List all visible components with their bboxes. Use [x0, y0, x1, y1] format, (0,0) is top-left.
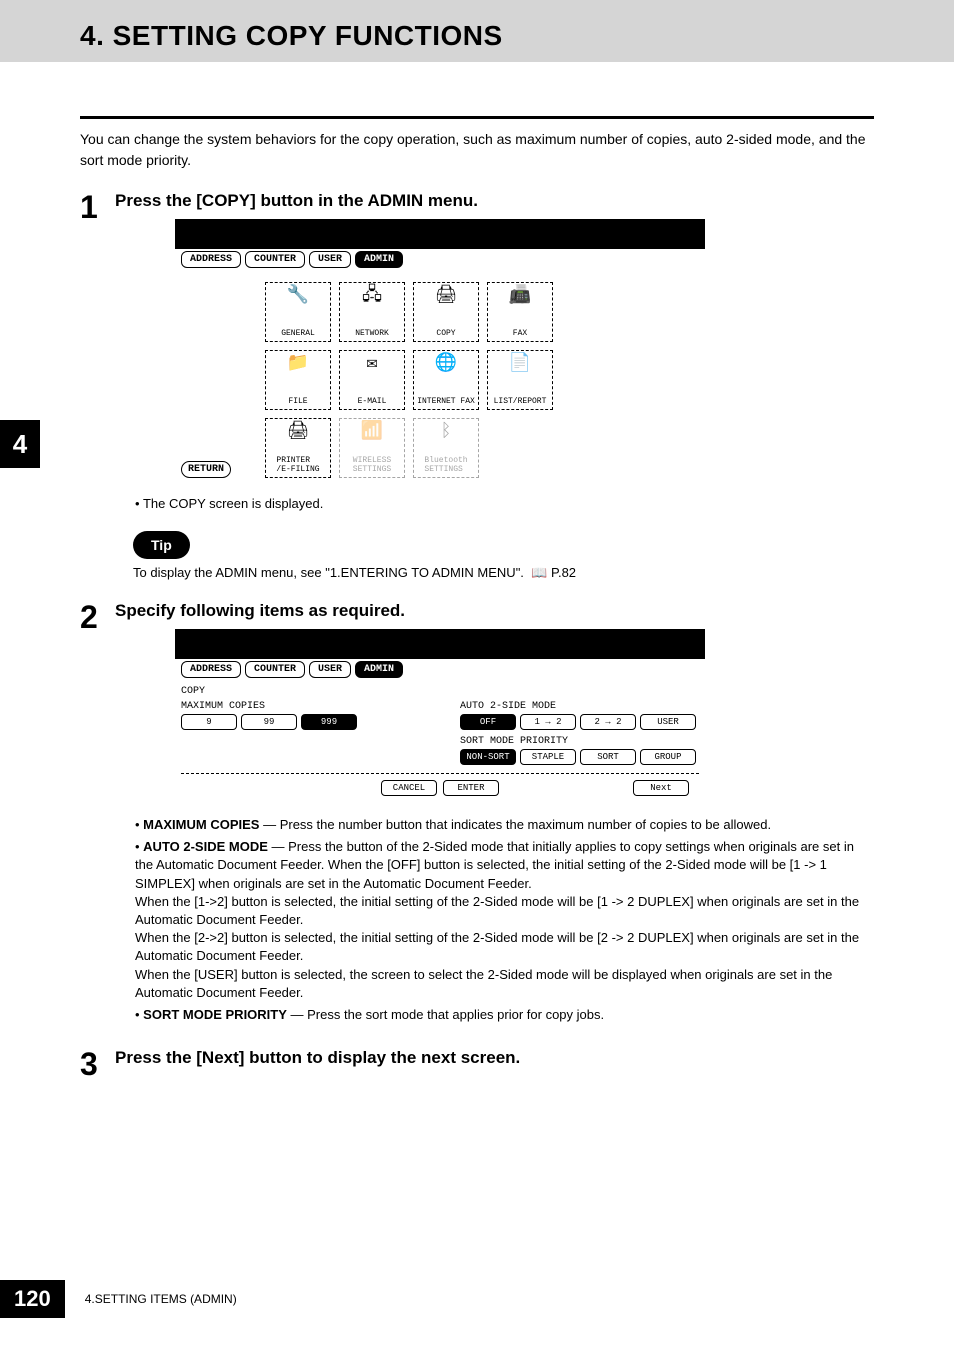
footer-text: 4.SETTING ITEMS (ADMIN) — [85, 1292, 237, 1306]
cancel-button[interactable]: CANCEL — [381, 780, 437, 796]
max-copies-label: MAXIMUM COPIES — [181, 701, 420, 712]
book-icon: 📖 — [531, 565, 547, 581]
tab-admin-2[interactable]: ADMIN — [355, 661, 403, 678]
bluetooth-icon: ᛒ — [441, 422, 452, 444]
admin-wireless-button: 📶WIRELESS SETTINGS — [339, 418, 405, 478]
tab-user[interactable]: USER — [309, 251, 351, 268]
sort-mode-label: SORT MODE PRIORITY — [460, 736, 699, 747]
network-icon: 🖧 — [362, 286, 382, 308]
printer-icon: 🖨 — [287, 422, 310, 444]
side-chapter-tab: 4 — [0, 420, 40, 468]
copy-section-label: COPY — [181, 686, 699, 697]
step-2-title: Specify following items as required. — [115, 601, 874, 621]
admin-listreport-button[interactable]: 📄LIST/REPORT — [487, 350, 553, 410]
step-2-number: 2 — [80, 601, 105, 1028]
next-button[interactable]: Next — [633, 780, 689, 796]
auto2side-off[interactable]: OFF — [460, 714, 516, 730]
tab-user-2[interactable]: USER — [309, 661, 351, 678]
intro-text: You can change the system behaviors for … — [80, 116, 874, 171]
step-1-title: Press the [COPY] button in the ADMIN men… — [115, 191, 874, 211]
page-footer: 120 4.SETTING ITEMS (ADMIN) — [0, 1280, 237, 1318]
wireless-icon: 📶 — [361, 422, 383, 444]
enter-button[interactable]: ENTER — [443, 780, 499, 796]
admin-copy-button[interactable]: 🖨COPY — [413, 282, 479, 342]
step-3-number: 3 — [80, 1048, 105, 1080]
sortmode-sort[interactable]: SORT — [580, 749, 636, 765]
max-copies-9[interactable]: 9 — [181, 714, 237, 730]
step-3-title: Press the [Next] button to display the n… — [115, 1048, 874, 1068]
auto2side-2to2[interactable]: 2 → 2 — [580, 714, 636, 730]
return-button[interactable]: RETURN — [181, 461, 231, 478]
tab-counter-2[interactable]: COUNTER — [245, 661, 305, 678]
step-1-note: The COPY screen is displayed. — [135, 496, 874, 511]
admin-internetfax-button[interactable]: 🌐INTERNET FAX — [413, 350, 479, 410]
tab-counter[interactable]: COUNTER — [245, 251, 305, 268]
list-icon: 📄 — [509, 354, 531, 376]
globe-icon: 🌐 — [435, 354, 457, 376]
sortmode-group[interactable]: GROUP — [640, 749, 696, 765]
admin-menu-screenshot: ADDRESS COUNTER USER ADMIN 🔧GENERAL 🖧NET… — [175, 219, 705, 490]
admin-file-button[interactable]: 📁FILE — [265, 350, 331, 410]
tab-admin[interactable]: ADMIN — [355, 251, 403, 268]
email-icon: ✉ — [367, 354, 378, 376]
admin-bluetooth-button: ᛒBluetooth SETTINGS — [413, 418, 479, 478]
auto-2side-label: AUTO 2-SIDE MODE — [460, 701, 699, 712]
tip-text: To display the ADMIN menu, see "1.ENTERI… — [133, 565, 874, 581]
admin-fax-button[interactable]: 📠FAX — [487, 282, 553, 342]
settings-description: MAXIMUM COPIES — Press the number button… — [135, 816, 874, 1024]
admin-general-button[interactable]: 🔧GENERAL — [265, 282, 331, 342]
admin-network-button[interactable]: 🖧NETWORK — [339, 282, 405, 342]
admin-email-button[interactable]: ✉E-MAIL — [339, 350, 405, 410]
tip-badge: Tip — [133, 531, 190, 559]
copy-settings-screenshot: ADDRESS COUNTER USER ADMIN COPY MAXIMUM … — [175, 629, 705, 808]
auto2side-user[interactable]: USER — [640, 714, 696, 730]
max-copies-99[interactable]: 99 — [241, 714, 297, 730]
tab-address-2[interactable]: ADDRESS — [181, 661, 241, 678]
copy-icon: 🖨 — [435, 286, 458, 308]
admin-printer-button[interactable]: 🖨PRINTER /E-FILING — [265, 418, 331, 478]
wrench-icon: 🔧 — [287, 286, 309, 308]
chapter-title: 4. SETTING COPY FUNCTIONS — [80, 20, 954, 52]
auto2side-1to2[interactable]: 1 → 2 — [520, 714, 576, 730]
tab-address[interactable]: ADDRESS — [181, 251, 241, 268]
max-copies-999[interactable]: 999 — [301, 714, 357, 730]
file-icon: 📁 — [287, 354, 309, 376]
sortmode-staple[interactable]: STAPLE — [520, 749, 576, 765]
page-number: 120 — [0, 1280, 65, 1318]
sortmode-nonsort[interactable]: NON-SORT — [460, 749, 516, 765]
step-1-number: 1 — [80, 191, 105, 581]
fax-icon: 📠 — [509, 286, 531, 308]
chapter-header: 4. SETTING COPY FUNCTIONS — [0, 0, 954, 62]
